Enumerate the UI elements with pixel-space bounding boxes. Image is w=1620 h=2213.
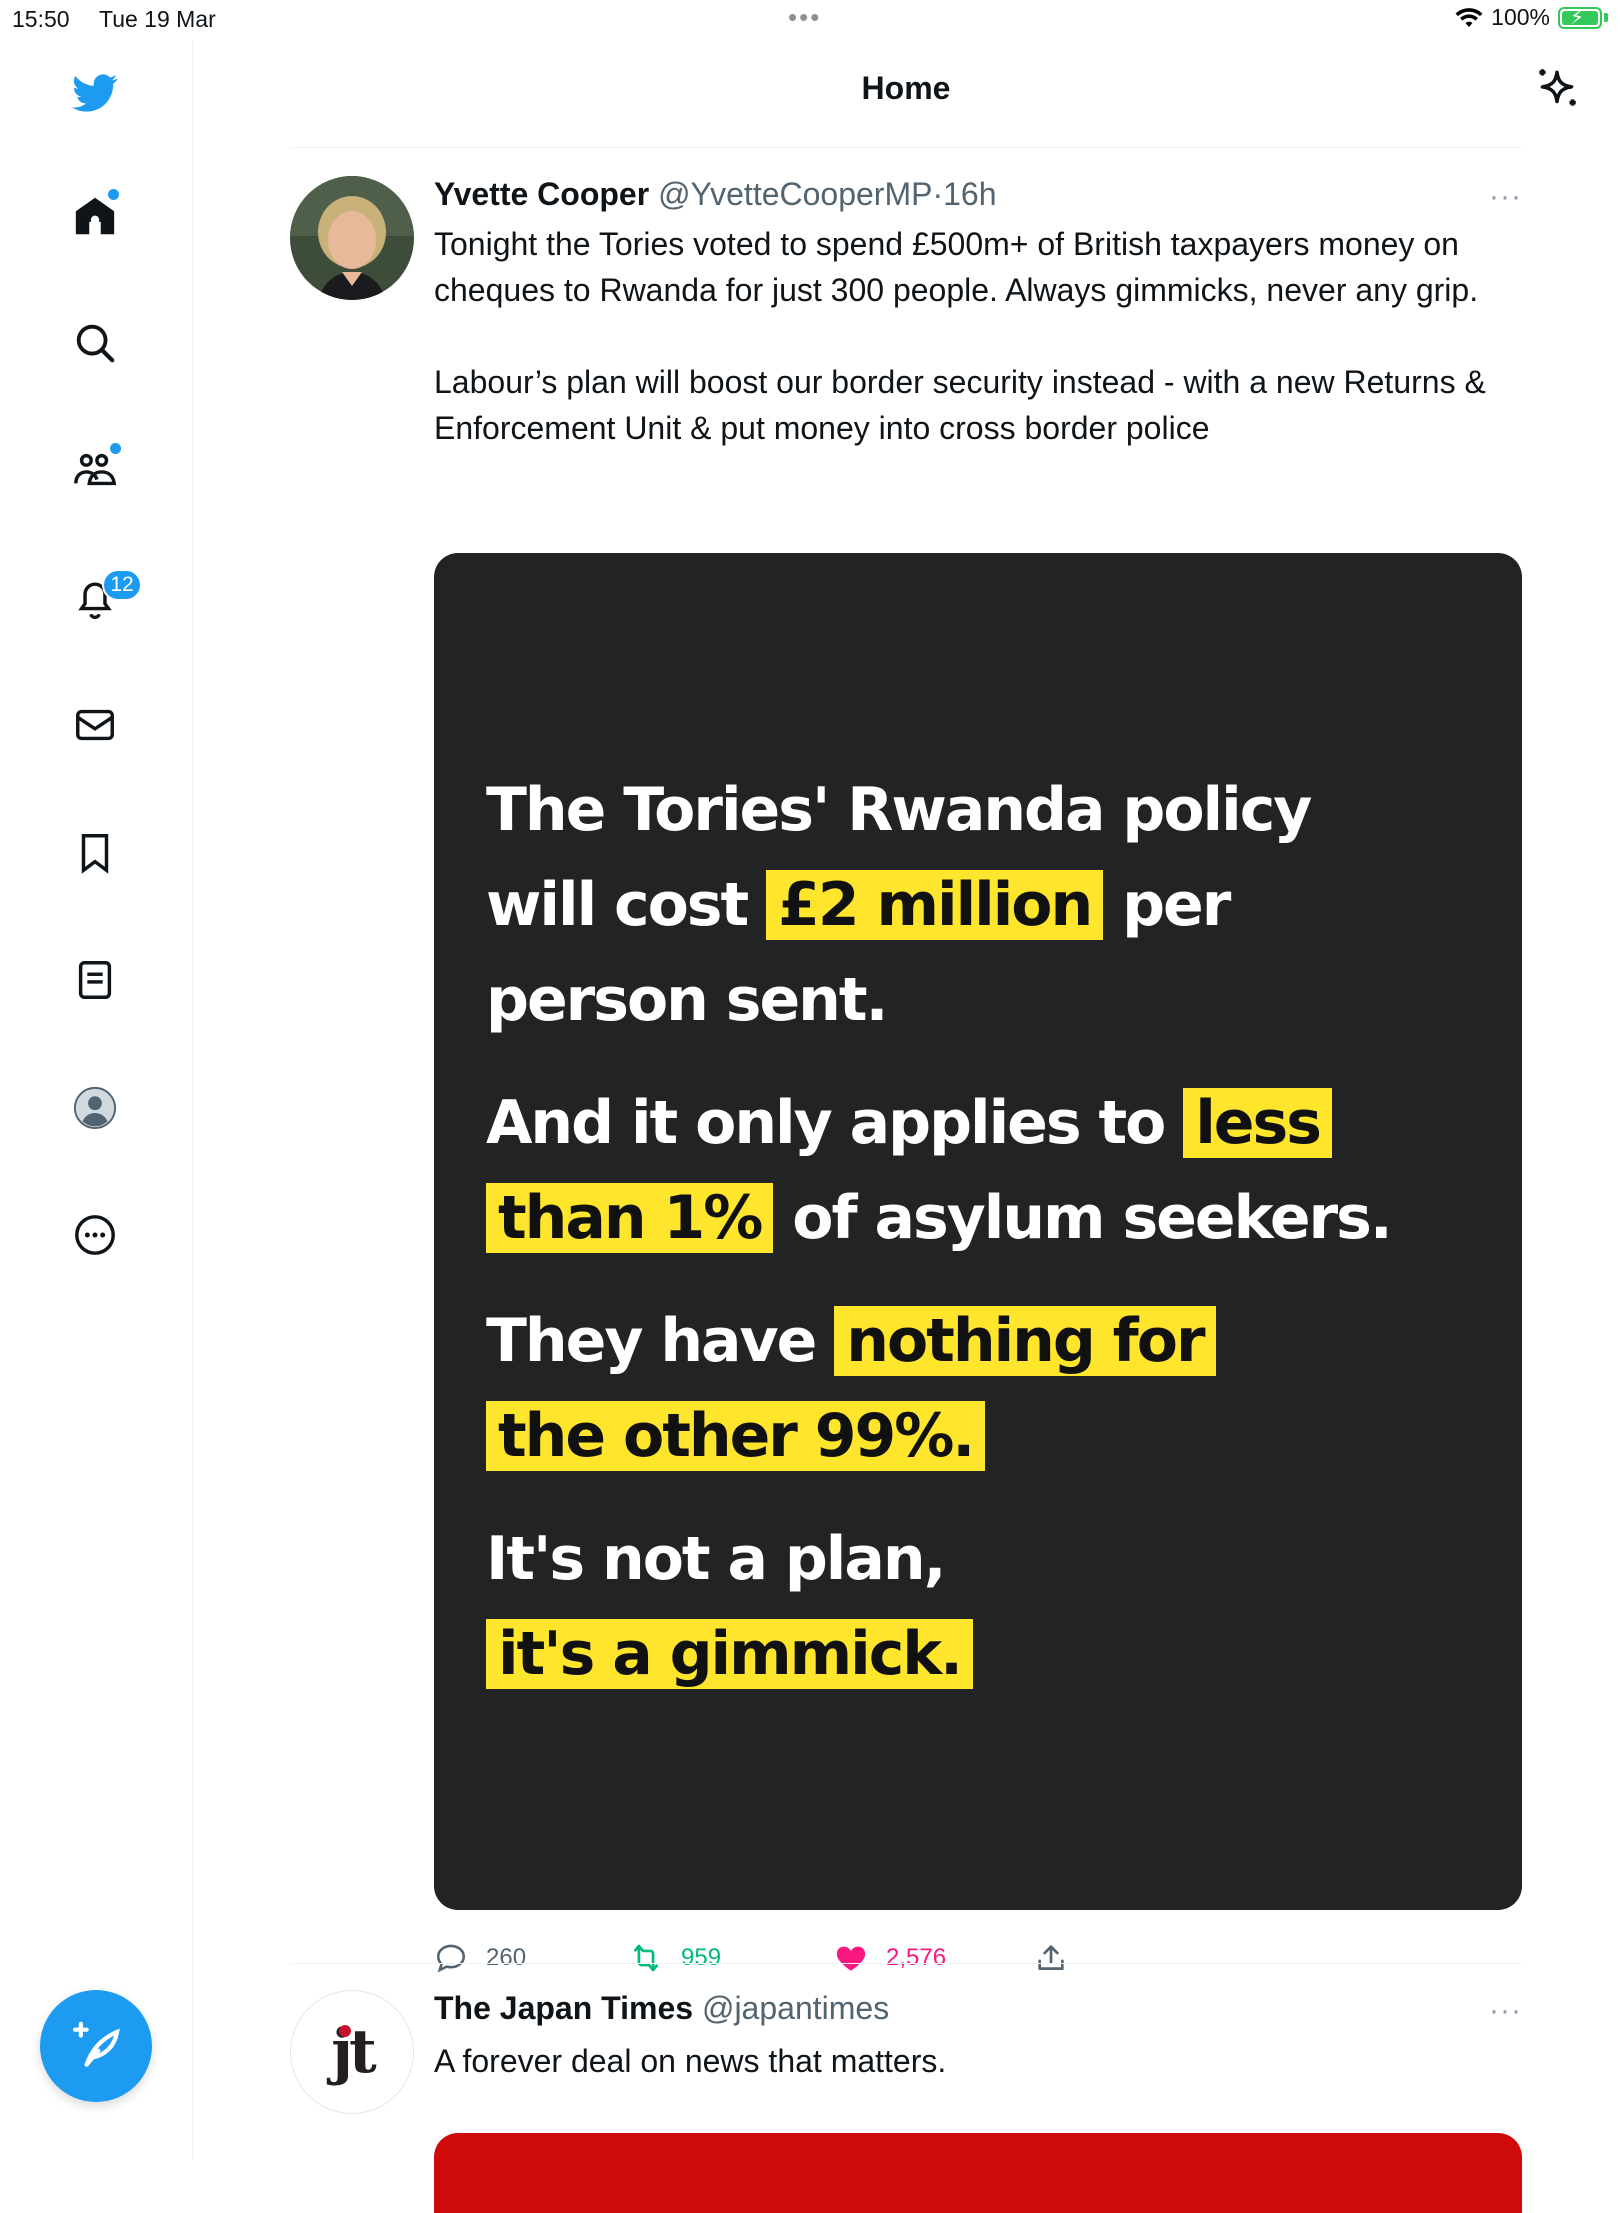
sidebar-item-lists[interactable] — [62, 947, 128, 1013]
heart-icon — [836, 1946, 866, 1971]
battery-icon: ⚡ — [1558, 6, 1602, 29]
status-right: 100% ⚡ — [1455, 4, 1608, 31]
poster-highlight: nothing for — [834, 1306, 1216, 1376]
reply-button[interactable]: 260 — [434, 1941, 526, 1975]
poster-line: will cost — [486, 870, 767, 940]
reply-icon — [436, 1944, 466, 1973]
sidebar: 12 — [0, 40, 193, 2160]
divider — [290, 147, 1522, 148]
poster-line: of asylum seekers. — [773, 1183, 1392, 1253]
twitter-bird-icon[interactable] — [62, 60, 128, 126]
poster-highlight: £2 million — [766, 870, 1104, 940]
multitasking-dots-icon[interactable]: ••• — [788, 2, 821, 33]
bookmark-icon — [81, 834, 109, 874]
battery-percent: 100% — [1491, 4, 1550, 30]
sparkle-icon[interactable] — [1532, 64, 1582, 114]
status-bar: 15:50 Tue 19 Mar ••• 100% ⚡ — [0, 0, 1620, 40]
like-count: 2,576 — [886, 1944, 947, 1971]
retweet-icon — [634, 1944, 658, 1972]
sidebar-item-more[interactable] — [62, 1202, 128, 1268]
sidebar-item-profile[interactable] — [62, 1075, 128, 1141]
divider — [290, 1963, 1522, 1964]
sidebar-item-communities[interactable] — [62, 437, 128, 503]
poster-line: person sent. — [486, 965, 888, 1035]
more-options-icon[interactable]: ··· — [1489, 180, 1522, 214]
poster-line: They have — [486, 1306, 835, 1376]
tweet-time[interactable]: 16h — [943, 176, 996, 212]
search-icon — [76, 324, 115, 363]
tweet-header: Yvette Cooper @YvetteCooperMP·16h — [434, 176, 997, 213]
share-button[interactable] — [1034, 1941, 1068, 1975]
status-date: Tue 19 Mar — [99, 6, 216, 32]
japan-times-logo: jt — [331, 2017, 376, 2087]
poster-highlight: it's a gimmick. — [486, 1619, 973, 1689]
tweet-actions: 260 959 2,576 — [434, 1941, 1434, 1981]
tweet[interactable]: jt The Japan Times @japantimes ··· A for… — [290, 1990, 1522, 2213]
status-time: 15:50 — [12, 6, 70, 32]
notifications-badge: 12 — [102, 569, 142, 601]
tweet-header: The Japan Times @japantimes — [434, 1990, 889, 2027]
author-name[interactable]: Yvette Cooper — [434, 176, 649, 212]
author-handle[interactable]: @japantimes — [702, 1990, 889, 2026]
sidebar-item-bookmarks[interactable] — [62, 820, 128, 886]
tweet[interactable]: Yvette Cooper @YvetteCooperMP·16h ··· To… — [290, 176, 1522, 1973]
mail-icon — [76, 709, 114, 741]
separator: · — [932, 176, 944, 212]
page-title: Home — [861, 70, 951, 106]
list-icon — [78, 961, 112, 999]
tweet-text: Tonight the Tories voted to spend £500m+… — [434, 226, 1486, 446]
poster-text: The Tories' Rwanda policy will cost £2 m… — [486, 763, 1393, 1702]
retweet-count: 959 — [681, 1944, 722, 1971]
retweet-button[interactable]: 959 — [629, 1941, 721, 1975]
share-icon — [1038, 1945, 1064, 1970]
tweet-text: A forever deal on news that matters. — [434, 2043, 947, 2079]
poster-line: It's not a plan, — [486, 1524, 946, 1594]
header: Home — [192, 40, 1620, 147]
avatar[interactable] — [290, 176, 414, 300]
like-button[interactable]: 2,576 — [834, 1941, 946, 1975]
sidebar-item-home[interactable] — [62, 183, 128, 249]
author-handle[interactable]: @YvetteCooperMP — [658, 176, 932, 212]
poster-line: And it only applies to — [486, 1088, 1184, 1158]
poster-highlight: less — [1183, 1088, 1332, 1158]
avatar[interactable]: jt — [290, 1990, 414, 2114]
poster-line: The Tories' Rwanda policy — [486, 775, 1312, 845]
sidebar-item-explore[interactable] — [62, 310, 128, 376]
reply-count: 260 — [486, 1944, 527, 1971]
tweet-image[interactable]: The Tories' Rwanda policy will cost £2 m… — [434, 553, 1522, 1910]
compose-button[interactable] — [40, 1990, 152, 2102]
more-options-icon[interactable]: ··· — [1489, 1994, 1522, 2028]
sidebar-item-notifications[interactable]: 12 — [62, 565, 142, 631]
compose-feather-icon — [72, 2021, 120, 2067]
sidebar-item-messages[interactable] — [62, 692, 128, 758]
more-circle-icon — [75, 1215, 115, 1255]
poster-highlight: the other 99%. — [486, 1401, 986, 1471]
author-name[interactable]: The Japan Times — [434, 1990, 693, 2026]
tweet-image[interactable] — [434, 2133, 1522, 2213]
poster-line: per — [1103, 870, 1231, 940]
wifi-icon — [1455, 7, 1483, 27]
profile-avatar-icon — [73, 1086, 117, 1130]
poster-highlight: than 1% — [486, 1183, 774, 1253]
